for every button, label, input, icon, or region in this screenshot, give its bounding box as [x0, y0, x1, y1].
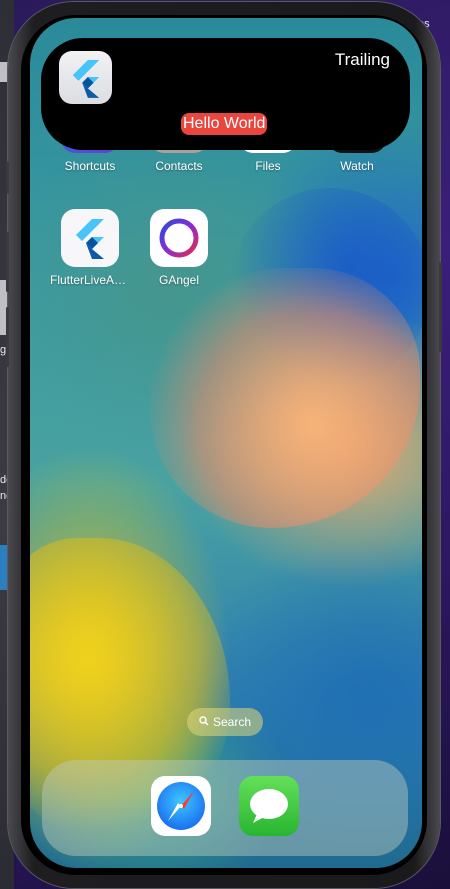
live-activity-expanded[interactable]: Trailing Hello World: [41, 38, 410, 150]
app-label: Files: [255, 159, 281, 173]
safari-compass-icon[interactable]: [151, 776, 211, 836]
power-button: [439, 262, 442, 352]
app-label: Contacts: [155, 159, 203, 173]
app-gangel[interactable]: GAngel: [139, 209, 219, 287]
live-activity-trailing-label: Trailing: [334, 50, 390, 69]
live-activity-center-label: Hello World: [181, 113, 268, 135]
search-label: Search: [212, 715, 252, 729]
app-label: GAngel: [158, 273, 200, 287]
app-label: Shortcuts: [64, 159, 116, 173]
home-search-button[interactable]: Search: [187, 708, 263, 736]
app-label: FlutterLiveActi...: [50, 273, 130, 287]
flutter-logo-icon: [59, 51, 112, 104]
volume-down-button: [6, 307, 9, 367]
home-screen: Shortcuts Contacts Files Watch FlutterLi…: [30, 18, 422, 868]
search-icon: [199, 715, 209, 729]
volume-up-button: [6, 232, 9, 292]
wallpaper-shape: [150, 268, 420, 528]
action-button: [6, 162, 9, 194]
app-label: Watch: [340, 159, 374, 173]
gangel-ring-icon: [150, 209, 208, 267]
flutter-logo-icon: [61, 209, 119, 267]
dock: [42, 760, 408, 856]
app-flutter-live-activities[interactable]: FlutterLiveActi...: [50, 209, 130, 287]
messages-bubble-icon[interactable]: [239, 776, 299, 836]
